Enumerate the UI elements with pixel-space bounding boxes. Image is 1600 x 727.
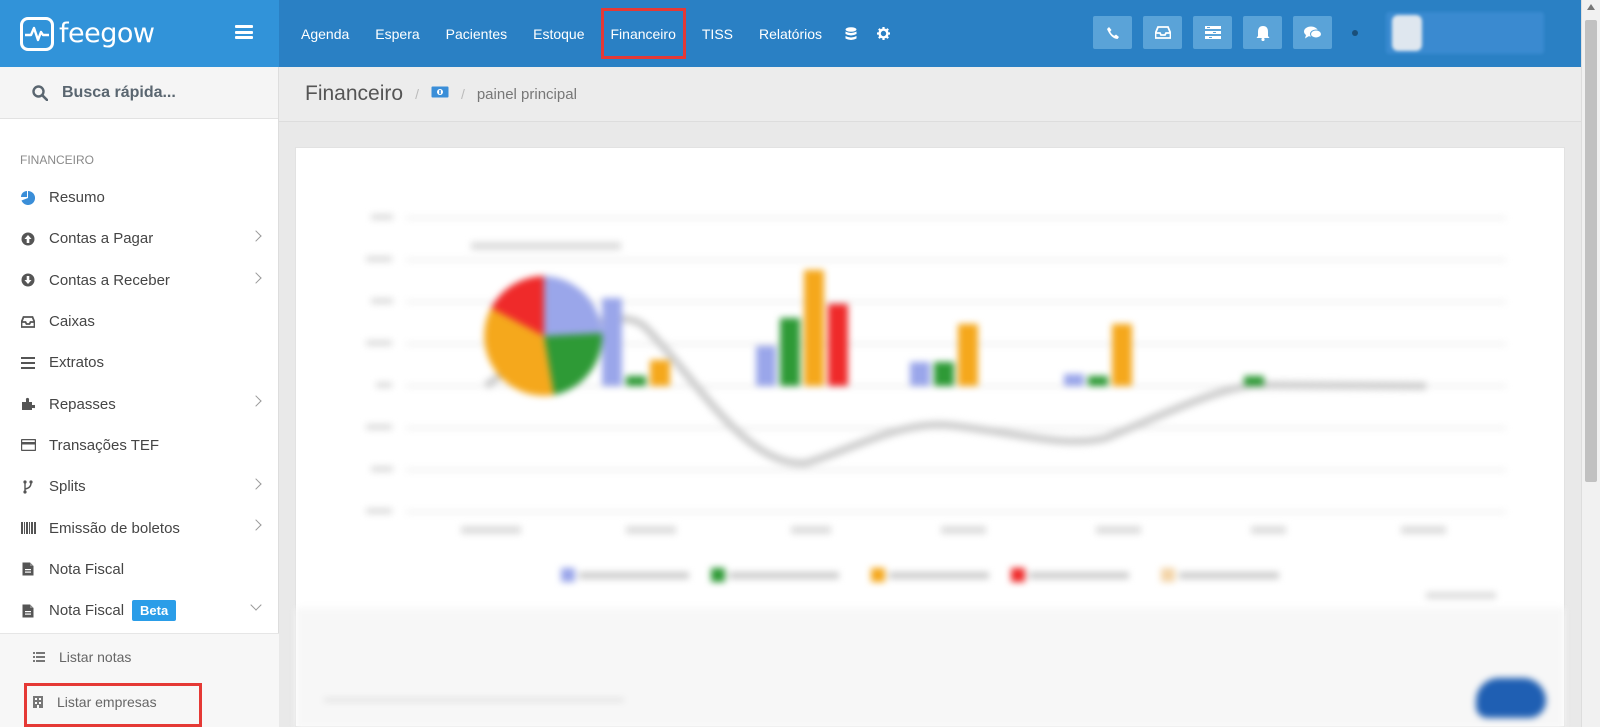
gear-icon[interactable] xyxy=(867,0,900,67)
sidebar-item-splits[interactable]: Splits xyxy=(0,466,278,507)
breadcrumb-current: painel principal xyxy=(476,85,577,103)
quick-search[interactable]: Busca rápida... xyxy=(0,67,278,119)
barcode-icon xyxy=(20,520,36,536)
file-icon xyxy=(20,603,36,619)
sidebar-item-label: Contas a Pagar xyxy=(49,230,154,248)
chevron-right-icon xyxy=(250,519,262,532)
sidebar-item-transacoes-tef[interactable]: Transações TEF xyxy=(0,425,278,466)
list-icon xyxy=(33,651,45,662)
nav-estoque[interactable]: Estoque xyxy=(520,0,597,67)
fork-icon xyxy=(20,479,36,495)
sidebar-item-label: Contas a Receber xyxy=(49,271,170,289)
feegow-logo-icon[interactable] xyxy=(20,16,54,51)
sidebar-item-label: Transações TEF xyxy=(49,436,160,454)
chevron-right-icon xyxy=(250,395,262,408)
quick-actions xyxy=(1093,16,1332,49)
summary-line-blurred xyxy=(324,648,328,664)
breadcrumb-separator: / xyxy=(460,86,465,102)
sidebar-item-nota-fiscal[interactable]: Nota Fiscal xyxy=(0,549,278,590)
page-title: Financeiro xyxy=(305,82,404,105)
search-placeholder[interactable]: Busca rápida... xyxy=(62,84,176,102)
database-icon[interactable] xyxy=(835,0,867,67)
pie-chart-icon xyxy=(20,190,36,206)
sidebar-item-label: Caixas xyxy=(49,313,95,331)
sidebar-item-label: Nota Fiscal xyxy=(49,602,125,620)
breadcrumb-separator: / xyxy=(415,86,419,102)
lines-icon xyxy=(20,355,36,371)
list-icon[interactable] xyxy=(1193,16,1232,49)
chevron-down-icon[interactable] xyxy=(250,599,262,611)
submenu-label: Listar empresas xyxy=(57,693,157,710)
brand-name[interactable]: feegow xyxy=(59,18,155,49)
building-icon xyxy=(33,695,43,708)
puzzle-icon xyxy=(20,396,36,412)
sidebar-item-contas-receber[interactable]: Contas a Receber xyxy=(0,260,278,301)
user-name-placeholder xyxy=(1442,26,1445,40)
sidebar-section-title: FINANCEIRO xyxy=(20,153,95,167)
floating-chat-button[interactable] xyxy=(1476,678,1546,718)
chevron-right-icon xyxy=(250,478,262,490)
chat-icon[interactable] xyxy=(1293,16,1332,49)
arrow-down-circle-icon xyxy=(20,272,36,288)
sidebar-item-contas-pagar[interactable]: Contas a Pagar xyxy=(0,218,278,259)
bell-icon[interactable] xyxy=(1243,16,1282,49)
brand-area: feegow xyxy=(0,0,279,67)
summary-section-blurred xyxy=(296,608,1564,727)
submenu-listar-empresas[interactable]: Listar empresas xyxy=(0,679,279,727)
nav-agenda[interactable]: Agenda xyxy=(288,0,362,67)
sidebar: Busca rápida... FINANCEIRO Resumo Contas… xyxy=(0,67,279,727)
user-menu[interactable] xyxy=(1386,12,1544,54)
status-dot xyxy=(1352,30,1358,36)
nav-pacientes[interactable]: Pacientes xyxy=(433,0,520,67)
nav-espera[interactable]: Espera xyxy=(362,0,432,67)
sidebar-item-resumo[interactable]: Resumo xyxy=(0,177,278,218)
credit-card-icon xyxy=(20,437,36,453)
money-icon[interactable] xyxy=(431,85,449,103)
chevron-right-icon xyxy=(250,271,262,284)
submenu-listar-notas[interactable]: Listar notas xyxy=(0,634,279,679)
menu-toggle-icon[interactable] xyxy=(235,25,253,39)
sidebar-item-caixas[interactable]: Caixas xyxy=(0,301,278,342)
nav-tiss[interactable]: TISS xyxy=(689,0,746,67)
submenu-label: Listar notas xyxy=(59,648,132,665)
blurred-chart xyxy=(366,214,1506,599)
breadcrumb: Financeiro / / painel principal xyxy=(279,67,1581,122)
nav-financeiro[interactable]: Financeiro xyxy=(598,0,689,67)
main-nav: Agenda Espera Pacientes Estoque Financei… xyxy=(288,0,900,67)
scroll-up-icon[interactable] xyxy=(1587,4,1595,10)
sidebar-item-label: Emissão de boletos xyxy=(49,519,180,537)
chevron-right-icon xyxy=(250,230,262,242)
sidebar-item-label: Nota Fiscal xyxy=(49,560,125,578)
scroll-thumb[interactable] xyxy=(1585,20,1597,482)
sidebar-item-emissao-boletos[interactable]: Emissão de boletos xyxy=(0,507,278,548)
summary-bar-blurred xyxy=(324,699,624,701)
sidebar-item-repasses[interactable]: Repasses xyxy=(0,383,278,424)
beta-badge: Beta xyxy=(132,600,177,622)
sidebar-item-label: Repasses xyxy=(49,395,116,413)
search-icon xyxy=(32,84,48,101)
blurred-dashboard xyxy=(296,148,1564,727)
sidebar-item-label: Splits xyxy=(49,478,86,496)
phone-icon[interactable] xyxy=(1093,16,1132,49)
avatar xyxy=(1392,15,1422,51)
sidebar-item-label: Extratos xyxy=(49,354,105,372)
sidebar-item-nota-fiscal-beta[interactable]: Nota Fiscal Beta xyxy=(0,590,278,631)
arrow-up-circle-icon xyxy=(20,231,36,247)
page-scrollbar[interactable] xyxy=(1581,0,1600,727)
sidebar-item-extratos[interactable]: Extratos xyxy=(0,342,278,383)
file-icon xyxy=(20,561,36,577)
inbox-icon[interactable] xyxy=(1143,16,1182,49)
sidebar-item-label: Resumo xyxy=(49,189,105,207)
nav-relatorios[interactable]: Relatórios xyxy=(746,0,835,67)
inbox-icon xyxy=(20,314,36,330)
top-navbar: feegow Agenda Espera Pacientes Estoque F… xyxy=(0,0,1581,67)
dashboard-card xyxy=(295,147,1565,727)
nota-fiscal-submenu: Listar notas Listar empresas xyxy=(0,633,279,727)
